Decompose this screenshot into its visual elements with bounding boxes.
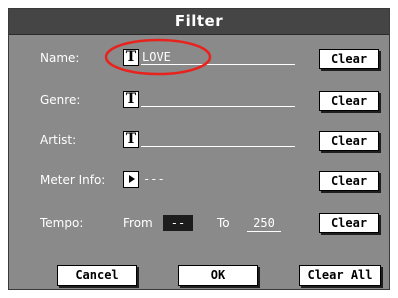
genre-text-entry-button[interactable]: T xyxy=(123,91,139,108)
tempo-to-label: To xyxy=(217,216,230,230)
meter-clear-button[interactable]: Clear xyxy=(319,171,379,191)
meter-info-value: --- xyxy=(143,172,165,186)
clear-all-button[interactable]: Clear All xyxy=(299,265,381,286)
tempo-clear-button[interactable]: Clear xyxy=(319,213,379,233)
filter-dialog: Filter Name: T LOVE Clear Genre: T Clear… xyxy=(8,8,390,290)
artist-label: Artist: xyxy=(40,133,77,147)
tempo-from-field[interactable]: -- xyxy=(163,215,193,231)
artist-text-entry-button[interactable]: T xyxy=(123,131,139,148)
name-clear-button[interactable]: Clear xyxy=(319,49,379,69)
cancel-button[interactable]: Cancel xyxy=(57,265,137,286)
tempo-from-label: From xyxy=(123,216,153,230)
genre-field[interactable] xyxy=(141,92,295,107)
ok-button[interactable]: OK xyxy=(178,265,258,286)
genre-label: Genre: xyxy=(40,93,81,107)
tempo-label: Tempo: xyxy=(40,216,84,230)
name-text-entry-button[interactable]: T xyxy=(123,49,139,66)
artist-field[interactable] xyxy=(141,132,295,147)
name-field[interactable]: LOVE xyxy=(141,50,295,65)
artist-clear-button[interactable]: Clear xyxy=(319,131,379,151)
genre-clear-button[interactable]: Clear xyxy=(319,91,379,111)
meter-info-label: Meter Info: xyxy=(40,173,106,187)
name-label: Name: xyxy=(40,51,80,65)
tempo-to-field[interactable]: 250 xyxy=(247,216,281,232)
play-arrow-icon[interactable] xyxy=(123,171,139,188)
dialog-title: Filter xyxy=(9,9,389,35)
